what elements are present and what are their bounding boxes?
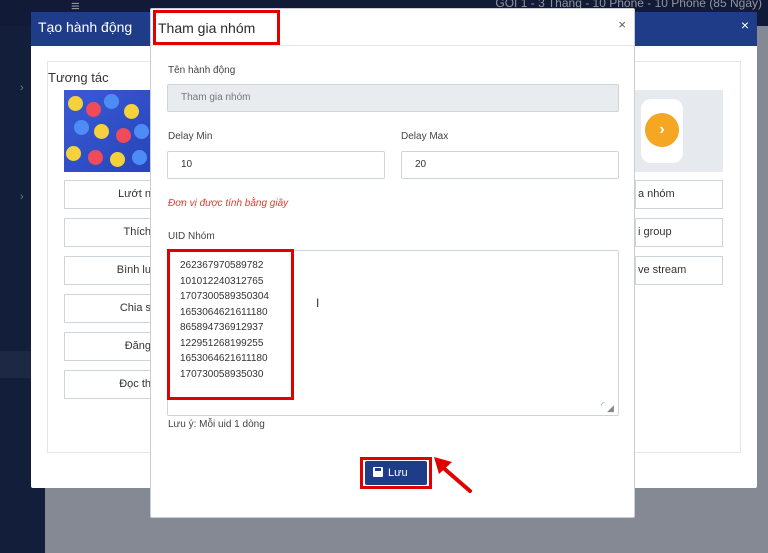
uid-highlight-box — [167, 249, 294, 400]
close-icon[interactable]: × — [618, 17, 626, 32]
create-action-title: Tạo hành động — [38, 19, 133, 35]
delay-min-label: Delay Min — [168, 131, 213, 142]
uid-label: UID Nhóm — [168, 231, 215, 242]
action-button[interactable]: ve stream — [635, 256, 723, 285]
reactions-image — [64, 90, 153, 172]
action-button[interactable]: Đọc th — [64, 370, 156, 399]
action-button[interactable]: Thích — [64, 218, 156, 247]
action-button[interactable]: i group — [635, 218, 723, 247]
action-button[interactable]: Chia s — [64, 294, 156, 323]
title-highlight-box — [153, 10, 280, 45]
delay-max-input[interactable]: 20 — [401, 151, 619, 179]
app-logo-image: › — [622, 90, 723, 172]
floppy-disk-icon — [373, 467, 383, 477]
pointer-arrow-icon — [434, 457, 472, 493]
action-button[interactable]: Bình lu — [64, 256, 156, 285]
delay-min-input[interactable]: 10 — [167, 151, 385, 179]
interaction-section-title: Tương tác — [48, 70, 109, 85]
action-name-label: Tên hành động — [168, 65, 236, 76]
header-divider — [151, 45, 634, 46]
action-name-input: Tham gia nhóm — [167, 84, 619, 112]
save-button[interactable]: Lưu — [365, 461, 427, 485]
text-cursor-icon: I — [316, 296, 320, 310]
join-group-modal: Tham gia nhóm × Tên hành động Tham gia n… — [150, 8, 635, 518]
uid-note: Lưu ý: Mỗi uid 1 dòng — [168, 419, 265, 430]
delay-max-label: Delay Max — [401, 131, 449, 142]
save-button-label: Lưu — [388, 467, 408, 479]
action-button[interactable]: Lướt n — [64, 180, 156, 209]
action-button[interactable]: Đăng — [64, 332, 156, 361]
unit-note: Đơn vị được tính bằng giây — [168, 198, 289, 209]
orange-logo-icon: › — [645, 113, 679, 147]
action-button[interactable]: a nhóm — [635, 180, 723, 209]
resize-handle-icon[interactable]: ◢ — [607, 403, 614, 414]
app-icon: › — [641, 99, 683, 163]
close-icon[interactable]: × — [741, 17, 749, 33]
spinner-icon: ◜ — [601, 400, 605, 410]
